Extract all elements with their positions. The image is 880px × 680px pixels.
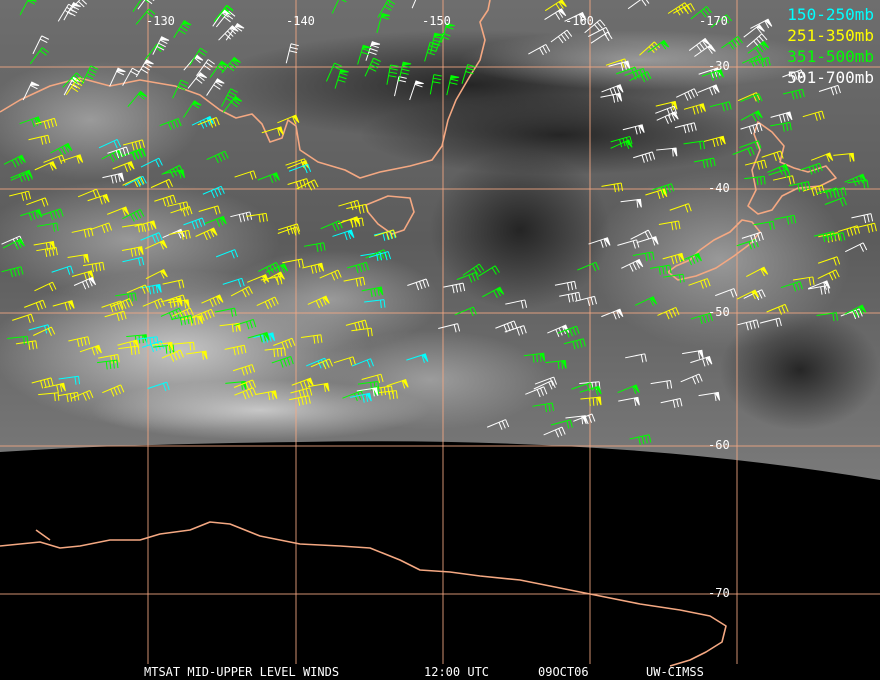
legend-item-351-500mb: 351-500mb [787,47,874,66]
caption-title: MTSAT MID-UPPER LEVEL WINDS [144,665,340,679]
satellite-wind-map [0,0,880,667]
lon-label-130w: -130 [146,14,175,28]
lon-label-150w: -150 [422,14,451,28]
lat-label-50s: -50 [708,305,730,319]
legend-item-150-250mb: 150-250mb [787,5,874,24]
lon-label-140w: -140 [286,14,315,28]
lat-label-30s: -30 [708,59,730,73]
caption-date: 09OCT06 [538,665,589,679]
caption-source: UW-CIMSS [646,665,704,679]
caption-time: 12:00 UTC [424,665,490,679]
legend-item-251-350mb: 251-350mb [787,26,874,45]
pressure-level-legend: 150-250mb 251-350mb 351-500mb 501-700mb [787,4,874,88]
caption-bar: MTSAT MID-UPPER LEVEL WINDS 12:00 UTC 09… [0,664,880,680]
lat-label-60s: -60 [708,438,730,452]
lon-label-170w: -170 [699,14,728,28]
lat-label-40s: -40 [708,181,730,195]
lat-label-70s: -70 [708,586,730,600]
lon-label-160w: -160 [565,14,594,28]
legend-item-501-700mb: 501-700mb [787,68,874,87]
